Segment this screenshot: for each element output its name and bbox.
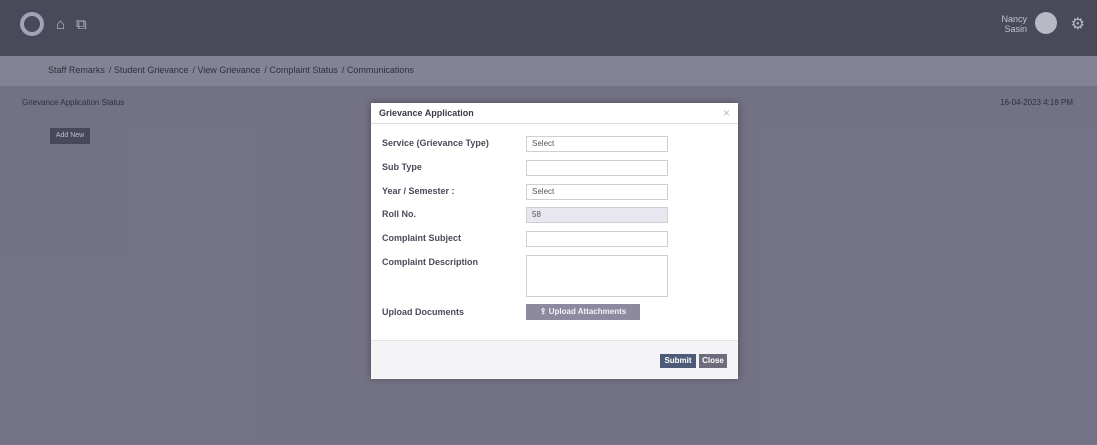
user-name: Nancy Sasin <box>1001 14 1027 34</box>
modal-header: Grievance Application × <box>371 103 738 124</box>
gear-icon[interactable]: ⚙ <box>1071 14 1085 34</box>
breadcrumb-item[interactable]: Communications <box>347 65 414 75</box>
app-logo-icon[interactable] <box>20 12 44 36</box>
user-avatar-icon[interactable] <box>1035 12 1057 34</box>
modal-footer: Submit Close <box>371 340 738 379</box>
upload-button-label: Upload Attachments <box>548 307 627 316</box>
upload-icon: ⇪ <box>539 307 549 316</box>
complaint-description-label: Complaint Description <box>382 257 479 267</box>
complaint-subject-label: Complaint Subject <box>382 233 462 243</box>
roll-no-field: 58 <box>526 207 668 223</box>
external-link-icon[interactable]: ⧉ <box>76 16 87 33</box>
grievance-application-modal: Grievance Application × Service (Grievan… <box>371 103 738 379</box>
add-new-button[interactable]: Add New <box>50 128 90 144</box>
service-select[interactable]: Select <box>526 136 668 152</box>
year-semester-select[interactable]: Select <box>526 184 668 200</box>
modal-title: Grievance Application <box>379 108 474 118</box>
complaint-subject-input[interactable] <box>526 231 668 247</box>
breadcrumb: Staff Remarks / Student Grievance / View G… <box>48 65 414 75</box>
upload-documents-label: Upload Documents <box>382 307 465 317</box>
roll-no-label: Roll No. <box>382 209 416 219</box>
breadcrumb-item[interactable]: View Grievance <box>197 65 260 75</box>
close-icon[interactable]: × <box>723 106 730 120</box>
subtype-select[interactable] <box>526 160 668 176</box>
breadcrumb-bar: Staff Remarks / Student Grievance / View G… <box>0 56 1097 86</box>
home-icon[interactable]: ⌂ <box>56 16 65 33</box>
page-date: 16-04-2023 4:18 PM <box>1000 98 1073 107</box>
complaint-description-textarea[interactable] <box>526 255 668 297</box>
top-navigation-bar: ⌂ ⧉ Nancy Sasin ⚙ <box>0 0 1097 56</box>
service-label: Service (Grievance Type) <box>382 138 489 148</box>
upload-attachments-button[interactable]: ⇪ Upload Attachments <box>526 304 640 320</box>
subtype-label: Sub Type <box>382 162 422 172</box>
close-button[interactable]: Close <box>699 354 727 368</box>
submit-button[interactable]: Submit <box>660 354 696 368</box>
year-semester-label: Year / Semester : <box>382 186 455 196</box>
breadcrumb-item[interactable]: Staff Remarks <box>48 65 105 75</box>
breadcrumb-item[interactable]: Complaint Status <box>269 65 338 75</box>
page-title: Grievance Application Status <box>22 98 125 107</box>
breadcrumb-item[interactable]: Student Grievance <box>114 65 189 75</box>
